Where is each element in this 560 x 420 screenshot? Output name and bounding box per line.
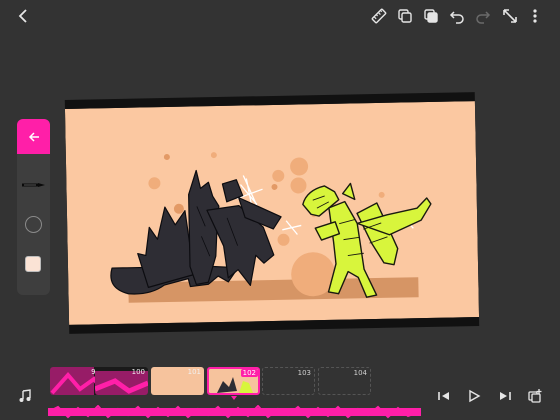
pencil-brush-icon[interactable] (21, 175, 46, 194)
timeline-frame-100[interactable]: 100 (95, 367, 148, 395)
timeline: 99 100 101 102 103 104 (50, 367, 430, 400)
timeline-frame-101[interactable]: 101 (151, 367, 204, 395)
undo-icon[interactable] (447, 6, 467, 26)
back-arrow-icon[interactable] (14, 6, 34, 26)
duplicate-icon[interactable] (395, 6, 415, 26)
expand-icon[interactable] (500, 6, 520, 26)
timeline-frame-104[interactable]: 104 (318, 367, 371, 395)
audio-waveform[interactable] (47, 404, 422, 419)
skip-to-start-icon[interactable] (434, 386, 454, 406)
frame-number: 100 (131, 368, 145, 376)
frame-number: 101 (187, 368, 201, 376)
add-frame-icon[interactable] (525, 386, 545, 406)
playhead-marker[interactable] (231, 396, 237, 400)
redo-icon[interactable] (473, 6, 493, 26)
layers-copy-icon[interactable] (421, 6, 441, 26)
ruler-icon[interactable] (369, 6, 389, 26)
play-icon[interactable] (464, 386, 484, 406)
arrow-left-icon[interactable] (17, 119, 50, 154)
drawing-canvas[interactable] (64, 92, 480, 334)
brush-size-icon[interactable] (25, 216, 42, 233)
color-swatch-icon[interactable] (25, 256, 41, 272)
timeline-frame-103[interactable]: 103 (262, 367, 315, 395)
tool-panel (17, 119, 50, 295)
music-note-icon[interactable] (15, 386, 35, 406)
frame-number: 102 (240, 369, 258, 377)
frame-number: 104 (353, 369, 367, 377)
skip-to-end-icon[interactable] (495, 386, 515, 406)
timeline-frame-102-active[interactable]: 102 (207, 367, 260, 395)
frame-number: 103 (297, 369, 311, 377)
more-vertical-icon[interactable] (525, 6, 545, 26)
